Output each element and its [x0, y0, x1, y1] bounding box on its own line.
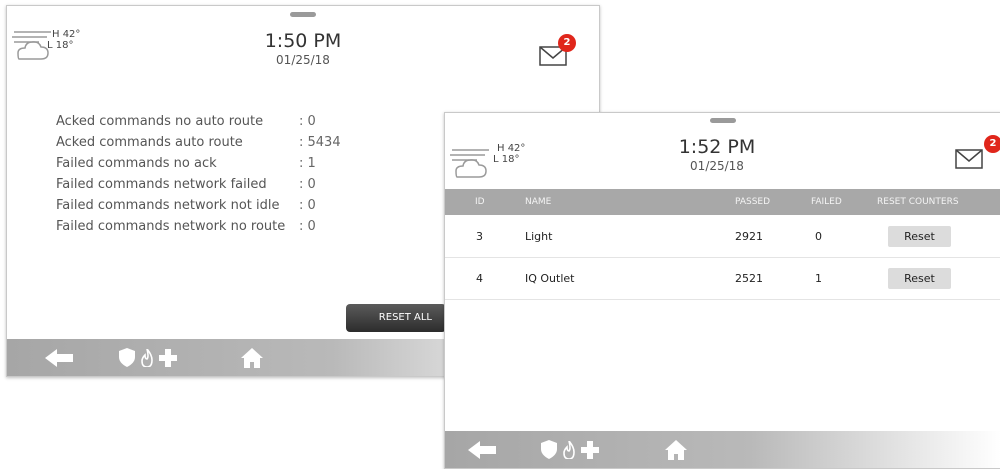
column-failed: FAILED: [811, 197, 842, 207]
clock-time: 1:50 PM: [264, 30, 342, 52]
cell-id: 3: [476, 230, 483, 243]
cell-passed: 2921: [735, 230, 763, 243]
security-button[interactable]: [117, 339, 137, 376]
unread-badge: 2: [984, 135, 1000, 153]
stat-label: Acked commands auto route: [56, 135, 243, 150]
back-button[interactable]: [463, 431, 503, 468]
clock-date: 01/25/18: [276, 53, 330, 67]
shield-icon: [541, 440, 557, 459]
home-icon: [665, 439, 687, 460]
stat-label: Failed commands no ack: [56, 156, 217, 171]
clock-date: 01/25/18: [690, 159, 744, 173]
weather-low: L 18°: [47, 40, 74, 51]
medical-button[interactable]: [579, 431, 601, 468]
unread-badge: 2: [558, 34, 576, 52]
column-reset-counters: RESET COUNTERS: [877, 197, 959, 207]
fire-icon: [141, 348, 153, 367]
weather-widget[interactable]: H 42° L 18°: [11, 21, 91, 61]
column-id: ID: [475, 197, 485, 207]
messages-button[interactable]: 2: [538, 30, 578, 70]
reset-button[interactable]: Reset: [888, 226, 951, 247]
bottom-nav-bar: [445, 431, 1000, 468]
medical-cross-icon: [581, 440, 599, 459]
stat-label: Failed commands network failed: [56, 177, 267, 192]
stat-label: Failed commands network no route: [56, 219, 286, 234]
cell-name: IQ Outlet: [525, 272, 575, 285]
cell-failed: 1: [815, 272, 822, 285]
cell-passed: 2521: [735, 272, 763, 285]
fire-icon: [563, 440, 575, 459]
home-button[interactable]: [663, 431, 689, 468]
medical-button[interactable]: [157, 339, 179, 376]
clock: 1:50 PM 01/25/18: [243, 30, 363, 68]
stat-value: : 1: [299, 156, 316, 171]
back-arrow-icon: [468, 440, 496, 459]
home-icon: [241, 347, 263, 368]
table-row: 4 IQ Outlet 2521 1 Reset: [445, 258, 1000, 300]
security-button[interactable]: [539, 431, 559, 468]
stat-label: Acked commands no auto route: [56, 114, 264, 129]
medical-cross-icon: [159, 348, 177, 367]
cell-name: Light: [525, 230, 553, 243]
fire-button[interactable]: [559, 431, 579, 468]
table-row: 3 Light 2921 0 Reset: [445, 216, 1000, 258]
stat-value: : 5434: [299, 135, 341, 150]
home-button[interactable]: [239, 339, 265, 376]
stat-value: : 0: [299, 114, 316, 129]
reset-all-button[interactable]: RESET ALL: [346, 304, 446, 332]
weather-widget[interactable]: H 42° L 18°: [449, 139, 529, 179]
pull-down-handle[interactable]: [290, 12, 316, 17]
back-button[interactable]: [40, 339, 80, 376]
clock: 1:52 PM 01/25/18: [657, 136, 777, 174]
clock-time: 1:52 PM: [678, 136, 756, 158]
weather-low: L 18°: [493, 154, 520, 165]
column-name: NAME: [525, 197, 552, 207]
mail-icon: [955, 149, 983, 169]
table-header: ID NAME PASSED FAILED RESET COUNTERS: [445, 189, 1000, 215]
column-passed: PASSED: [735, 197, 771, 207]
cell-failed: 0: [815, 230, 822, 243]
stat-label: Failed commands network not idle: [56, 198, 280, 213]
messages-button[interactable]: 2: [955, 133, 1000, 173]
device-counters-screen: H 42° L 18° 1:52 PM 01/25/18 2 ID NAME P…: [444, 112, 1000, 469]
stat-value: : 0: [299, 177, 316, 192]
back-arrow-icon: [45, 348, 73, 367]
stat-value: : 0: [299, 198, 316, 213]
cell-id: 4: [476, 272, 483, 285]
shield-icon: [119, 348, 135, 367]
stat-value: : 0: [299, 219, 316, 234]
cloud-icon: [450, 149, 489, 178]
reset-button[interactable]: Reset: [888, 268, 951, 289]
pull-down-handle[interactable]: [710, 118, 736, 123]
fire-button[interactable]: [137, 339, 157, 376]
